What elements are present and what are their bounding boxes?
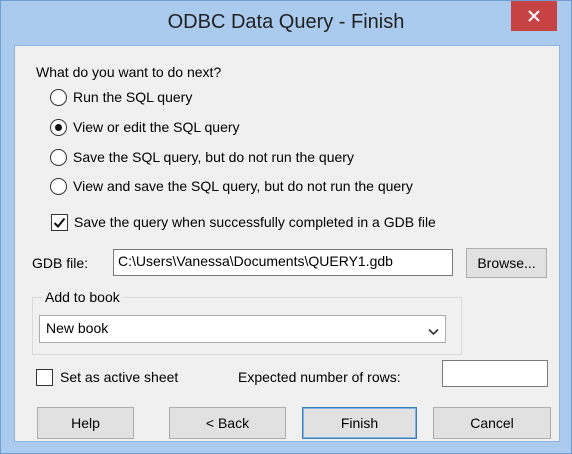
radio-view-edit-query[interactable]: [50, 119, 67, 136]
window-title: ODBC Data Query - Finish: [167, 11, 405, 33]
browse-button[interactable]: Browse...: [466, 248, 547, 278]
rows-label: Expected number of rows:: [238, 369, 401, 385]
add-to-book-label: Add to book: [42, 289, 123, 305]
prompt-label: What do you want to do next?: [36, 64, 222, 80]
radio-view-save-no-run[interactable]: [50, 178, 67, 195]
close-button[interactable]: [511, 1, 557, 31]
save-gdb-label: Save the query when successfully complet…: [74, 214, 436, 230]
rows-input[interactable]: [442, 360, 548, 387]
option-label: Save the SQL query, but do not run the q…: [73, 149, 354, 165]
help-button[interactable]: Help: [37, 407, 134, 439]
checkmark-icon: [53, 217, 66, 228]
radio-save-no-run[interactable]: [50, 149, 67, 166]
gdb-file-label: GDB file:: [32, 255, 89, 271]
option-label: View and save the SQL query, but do not …: [73, 178, 413, 194]
active-sheet-label: Set as active sheet: [60, 369, 179, 385]
finish-button[interactable]: Finish: [302, 407, 417, 439]
gdb-file-input[interactable]: C:\Users\Vanessa\Documents\QUERY1.gdb: [113, 249, 453, 276]
radio-run-query[interactable]: [50, 89, 67, 106]
save-gdb-checkbox[interactable]: [51, 214, 68, 231]
book-select[interactable]: New book: [39, 315, 446, 343]
active-sheet-checkbox[interactable]: [36, 369, 53, 386]
back-button[interactable]: < Back: [169, 407, 286, 439]
option-label: View or edit the SQL query: [73, 119, 240, 135]
close-icon: [528, 10, 540, 22]
title-bar[interactable]: ODBC Data Query - Finish: [1, 1, 571, 39]
option-label: Run the SQL query: [73, 89, 193, 105]
book-select-value: New book: [46, 320, 109, 336]
cancel-button[interactable]: Cancel: [433, 407, 551, 439]
chevron-down-icon: [428, 323, 439, 339]
